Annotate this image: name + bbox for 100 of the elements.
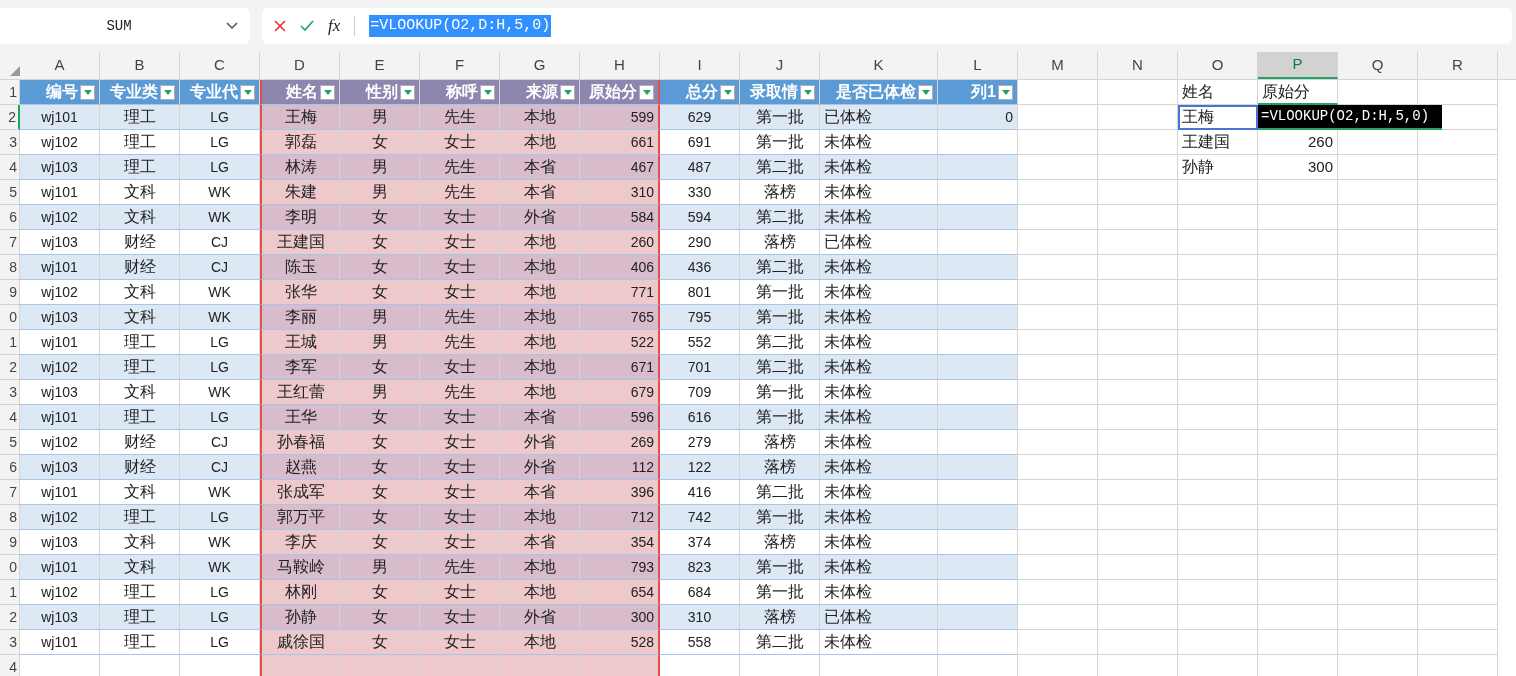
table-cell: 先生 [420, 555, 500, 580]
row-header[interactable]: 5 [0, 430, 20, 455]
row-header[interactable]: 3 [0, 130, 20, 155]
table-cell: 女士 [420, 480, 500, 505]
table-cell: 823 [660, 555, 740, 580]
row-header[interactable]: 7 [0, 230, 20, 255]
table-cell: 616 [660, 405, 740, 430]
table-cell: 落榜 [740, 605, 820, 630]
table-cell: wj101 [20, 555, 100, 580]
function-button[interactable]: fx [328, 13, 341, 39]
column-header[interactable]: R [1418, 52, 1498, 79]
filter-dropdown-button[interactable] [80, 84, 95, 100]
table-cell: 260 [1258, 130, 1338, 155]
row-header[interactable]: 0 [0, 305, 20, 330]
cell-editor[interactable]: =VLOOKUP(O2,D:H,5,0) [1258, 105, 1442, 130]
table-cell: 本地 [500, 505, 580, 530]
table-cell: 外省 [500, 605, 580, 630]
column-header[interactable]: L [938, 52, 1018, 79]
filter-dropdown-button[interactable] [998, 84, 1013, 100]
row-header[interactable]: 4 [0, 155, 20, 180]
column-header[interactable]: D [260, 52, 340, 79]
table-cell: 未体检 [820, 355, 938, 380]
column-header[interactable]: J [740, 52, 820, 79]
column-header[interactable]: M [1018, 52, 1098, 79]
row-header[interactable]: 2 [0, 105, 20, 130]
row-header[interactable]: 9 [0, 530, 20, 555]
table-cell: 女士 [420, 505, 500, 530]
row-header[interactable]: 7 [0, 480, 20, 505]
filter-dropdown-button[interactable] [320, 84, 335, 100]
table-cell[interactable]: 王建国 [1178, 130, 1258, 155]
table-cell: CJ [180, 255, 260, 280]
filter-dropdown-button[interactable] [160, 84, 175, 100]
table-cell: 未体检 [820, 155, 938, 180]
table-cell: 女士 [420, 130, 500, 155]
row-header[interactable]: 2 [0, 605, 20, 630]
row-header[interactable]: 1 [0, 580, 20, 605]
table-cell: 外省 [500, 205, 580, 230]
table-cell[interactable]: 孙静 [1178, 155, 1258, 180]
table-cell: wj103 [20, 605, 100, 630]
row-header[interactable]: 1 [0, 330, 20, 355]
row-header[interactable]: 6 [0, 205, 20, 230]
table-cell: 未体检 [820, 380, 938, 405]
select-all-icon[interactable] [10, 66, 20, 76]
column-header[interactable]: A [20, 52, 100, 79]
row-header[interactable]: 0 [0, 555, 20, 580]
column-header[interactable]: I [660, 52, 740, 79]
row-header[interactable]: 9 [0, 280, 20, 305]
row-header[interactable]: 2 [0, 355, 20, 380]
row-header[interactable]: 1 [0, 80, 20, 105]
row-header[interactable]: 4 [0, 405, 20, 430]
filter-dropdown-button[interactable] [800, 84, 815, 100]
filter-dropdown-button[interactable] [240, 84, 255, 100]
column-header[interactable]: Q [1338, 52, 1418, 79]
table-cell: CJ [180, 230, 260, 255]
checkmark-icon[interactable] [300, 20, 314, 32]
row-header[interactable]: 8 [0, 255, 20, 280]
filter-dropdown-button[interactable] [400, 84, 415, 100]
table-cell[interactable]: 王梅 [1178, 105, 1258, 130]
table-cell: 文科 [100, 305, 180, 330]
row-header[interactable]: 4 [0, 655, 20, 676]
column-header[interactable]: F [420, 52, 500, 79]
column-header[interactable]: N [1098, 52, 1178, 79]
filter-dropdown-button[interactable] [918, 84, 933, 100]
row-header[interactable]: 8 [0, 505, 20, 530]
row-header[interactable]: 3 [0, 380, 20, 405]
name-box[interactable]: SUM [0, 8, 250, 44]
table-cell: 354 [580, 530, 660, 555]
table-cell: 260 [580, 230, 660, 255]
filter-dropdown-button[interactable] [560, 84, 575, 100]
table-cell: WK [180, 380, 260, 405]
table-cell: 未体检 [820, 305, 938, 330]
column-header[interactable]: B [100, 52, 180, 79]
row-header[interactable]: 6 [0, 455, 20, 480]
column-header-text: 是否已体检 [836, 82, 916, 102]
table-cell: 先生 [420, 105, 500, 130]
table-cell: 先生 [420, 155, 500, 180]
row-header[interactable]: 5 [0, 180, 20, 205]
filter-dropdown-button[interactable] [480, 84, 495, 100]
table-cell: 742 [660, 505, 740, 530]
table-cell: 女士 [420, 230, 500, 255]
formula-bar[interactable]: fx =VLOOKUP(O2,D:H,5,0) [262, 8, 1512, 44]
filter-dropdown-button[interactable] [639, 84, 654, 100]
close-icon[interactable] [274, 20, 286, 32]
table-cell: 女 [340, 505, 420, 530]
table-cell: 孙春福 [260, 430, 340, 455]
table-cell: 已体检 [820, 230, 938, 255]
table-cell: 王红蕾 [260, 380, 340, 405]
filter-dropdown-button[interactable] [720, 84, 735, 100]
table-cell: 已体检 [820, 605, 938, 630]
column-header[interactable]: K [820, 52, 938, 79]
table-cell: wj101 [20, 480, 100, 505]
table-cell: 本地 [500, 255, 580, 280]
column-header[interactable]: C [180, 52, 260, 79]
column-header[interactable]: G [500, 52, 580, 79]
table-cell: wj101 [20, 630, 100, 655]
row-header[interactable]: 3 [0, 630, 20, 655]
column-header[interactable]: E [340, 52, 420, 79]
table-cell: 第二批 [740, 630, 820, 655]
table-cell: 张成军 [260, 480, 340, 505]
column-header[interactable]: H [580, 52, 660, 79]
